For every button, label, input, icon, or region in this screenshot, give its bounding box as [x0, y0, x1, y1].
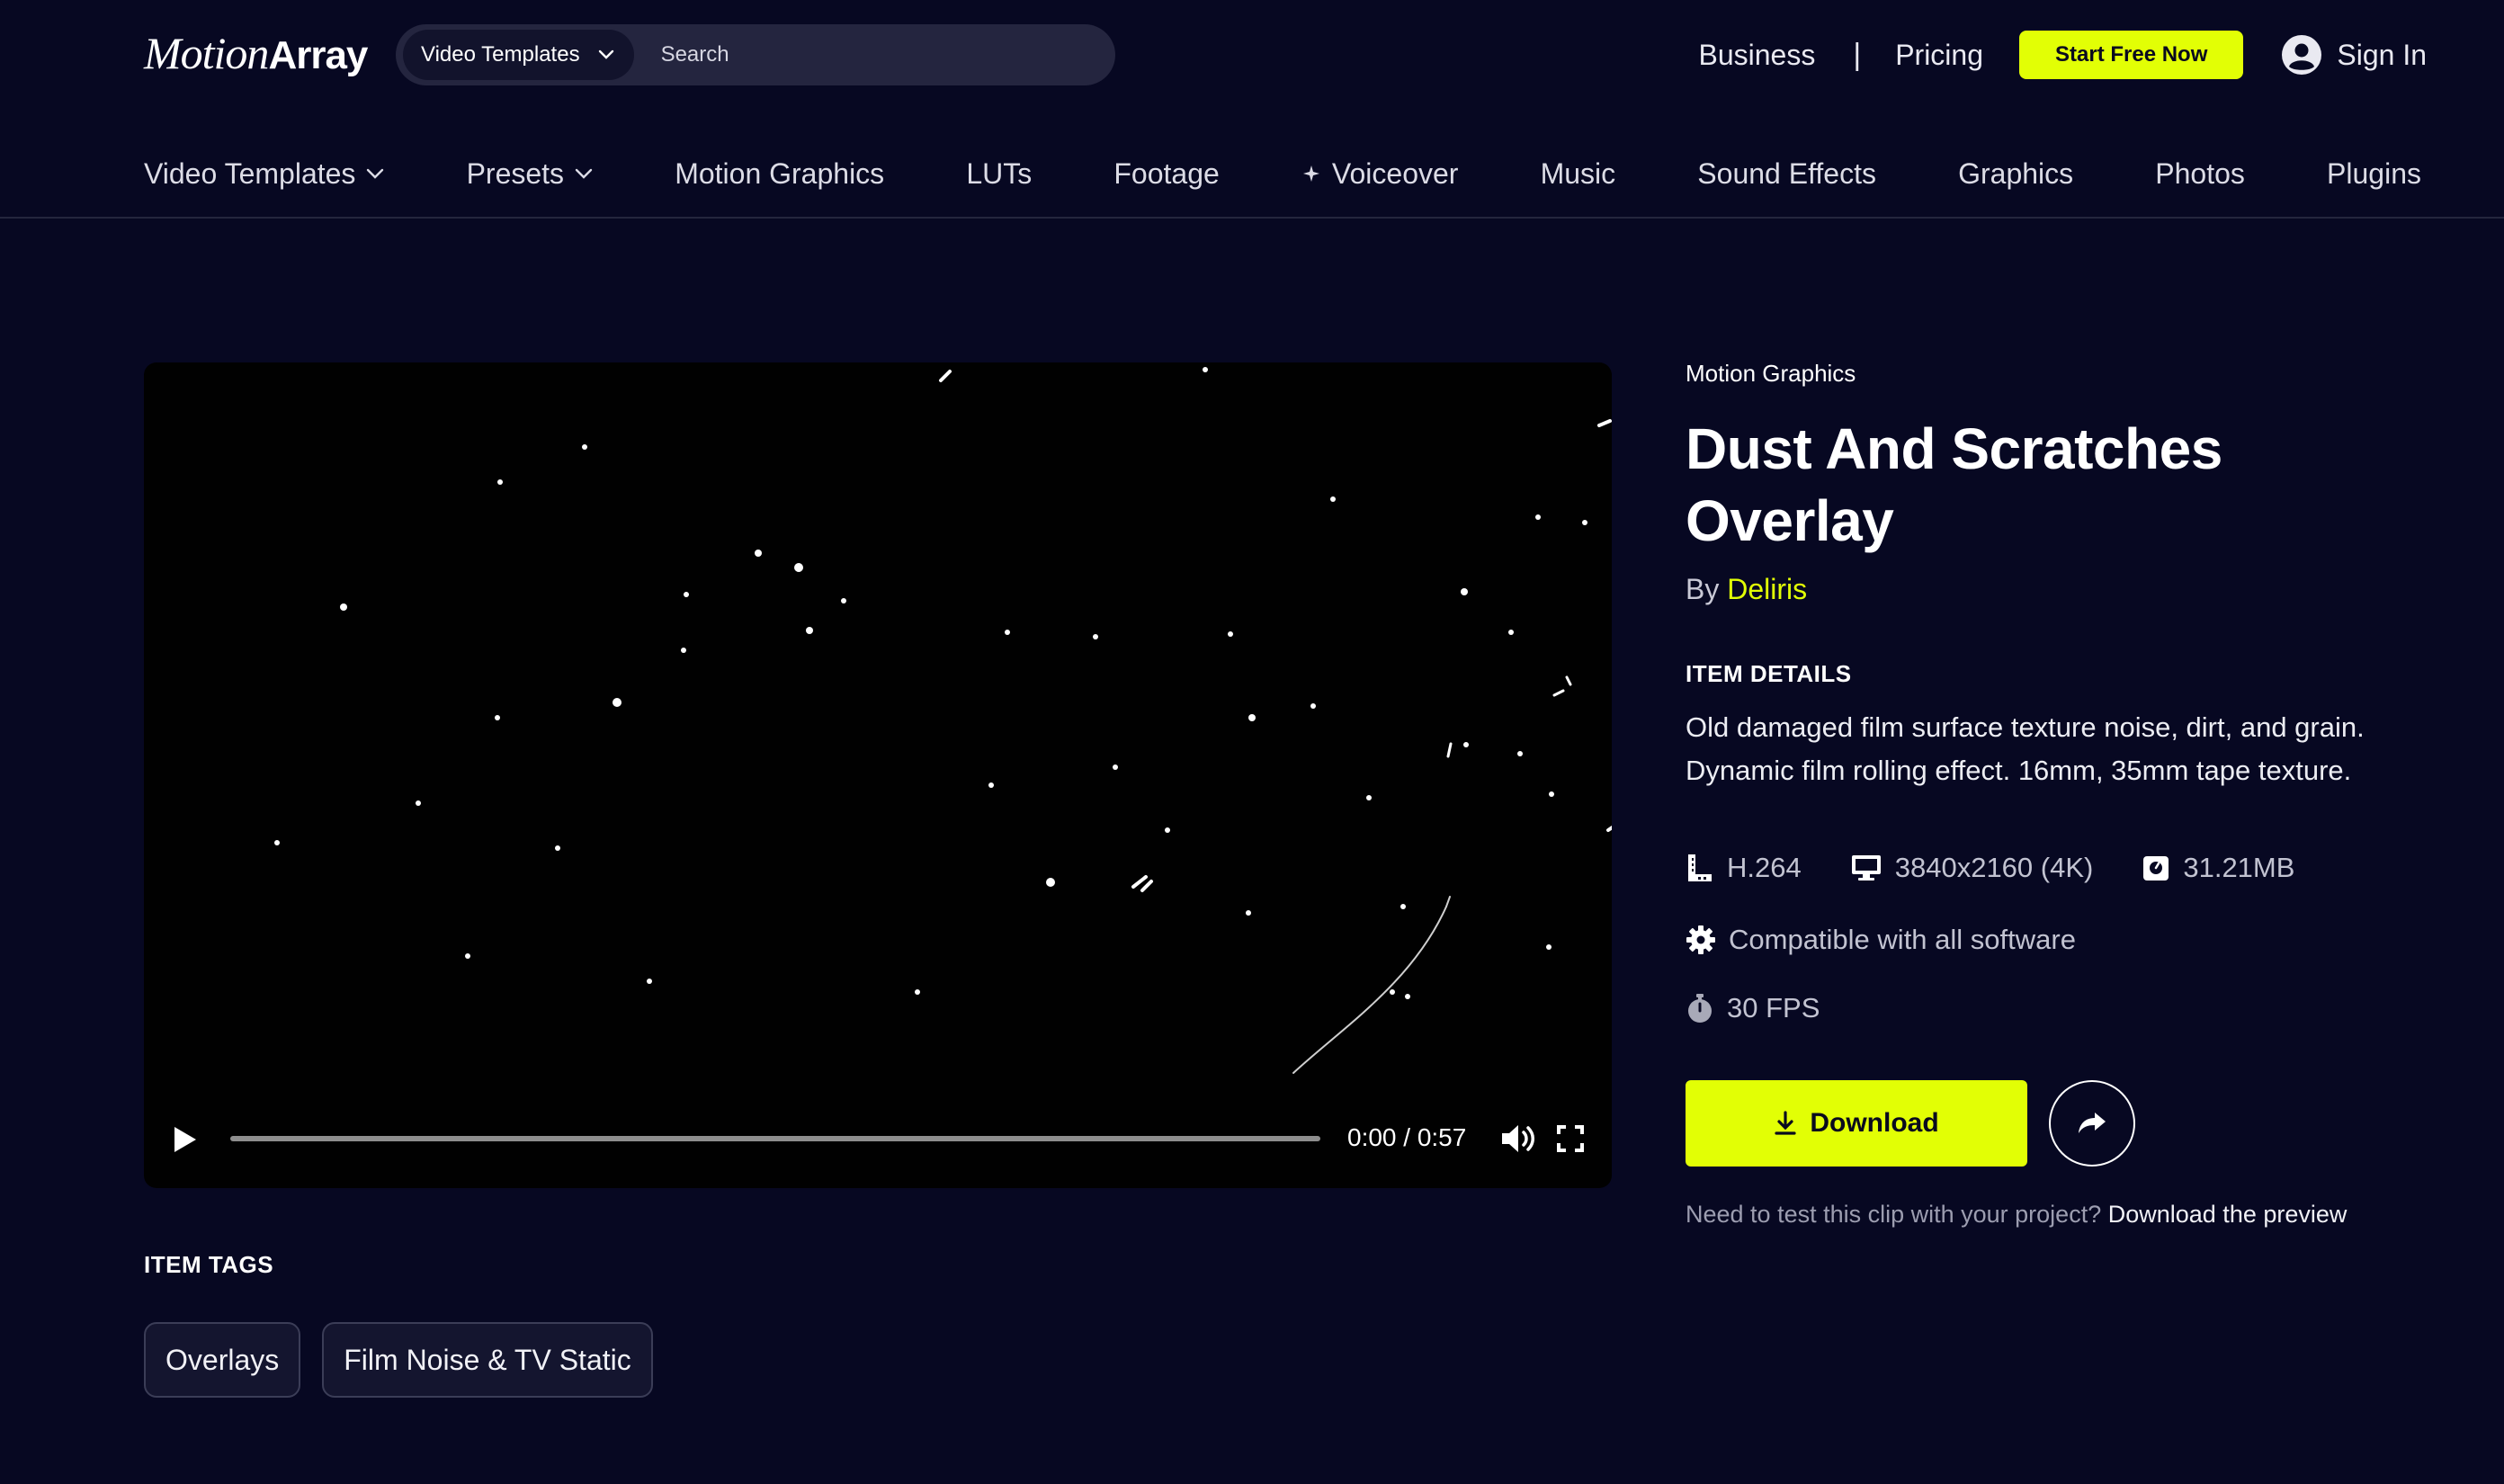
item-details-panel: Motion Graphics Dust And Scratches Overl…: [1686, 360, 2423, 1229]
spec-filesize-value: 31.21MB: [2183, 852, 2294, 884]
nav-item-plugins[interactable]: Plugins: [2327, 157, 2421, 191]
header-actions: Business | Pricing Start Free Now Sign I…: [1699, 29, 2428, 81]
logo[interactable]: MotionArray: [144, 27, 367, 85]
author-link[interactable]: Deliris: [1727, 573, 1807, 605]
nav-label: Video Templates: [144, 157, 355, 191]
nav-label: Graphics: [1958, 157, 2073, 191]
tag-overlays[interactable]: Overlays: [144, 1322, 300, 1398]
fullscreen-icon: [1556, 1124, 1585, 1153]
download-icon: [1774, 1111, 1797, 1136]
spec-filesize: 31.21MB: [2142, 852, 2294, 884]
nav-item-music[interactable]: Music: [1541, 157, 1616, 191]
share-button[interactable]: [2049, 1080, 2135, 1167]
nav-item-presets[interactable]: Presets: [467, 157, 593, 191]
nav-item-photos[interactable]: Photos: [2155, 157, 2245, 191]
spec-fps-value: 30 FPS: [1727, 992, 1820, 1024]
business-link[interactable]: Business: [1699, 39, 1816, 72]
nav-label: Footage: [1113, 157, 1219, 191]
nav-item-footage[interactable]: Footage: [1113, 157, 1219, 191]
top-bar: MotionArray Video Templates Business | P…: [0, 0, 2504, 112]
nav-item-sound-effects[interactable]: Sound Effects: [1697, 157, 1876, 191]
item-description: Old damaged film surface texture noise, …: [1686, 706, 2423, 792]
nav-label: Plugins: [2327, 157, 2421, 191]
stopwatch-icon: [1686, 992, 1714, 1024]
tag-list: Overlays Film Noise & TV Static: [144, 1322, 653, 1398]
chevron-down-icon: [366, 168, 384, 179]
author-prefix: By: [1686, 573, 1727, 605]
download-button[interactable]: Download: [1686, 1080, 2027, 1167]
header-divider: |: [1853, 38, 1861, 73]
item-details-heading: ITEM DETAILS: [1686, 660, 2423, 688]
video-player[interactable]: 0:00 / 0:57: [144, 362, 1612, 1188]
spec-resolution: 3840x2160 (4K): [1850, 852, 2094, 884]
film-codec-icon: [1686, 853, 1714, 883]
spec-row: H.264 3840x2160 (4K) 31.21MB: [1686, 852, 2423, 884]
action-row: Download: [1686, 1080, 2423, 1167]
sparkle-icon: [1301, 164, 1321, 183]
start-free-button[interactable]: Start Free Now: [2019, 31, 2243, 79]
tag-film-noise-tv-static[interactable]: Film Noise & TV Static: [322, 1322, 652, 1398]
category-nav: Video Templates Presets Motion Graphics …: [144, 144, 2421, 203]
download-preview-link[interactable]: Download the preview: [2108, 1201, 2348, 1228]
nav-label: Photos: [2155, 157, 2245, 191]
spec-codec-value: H.264: [1727, 852, 1802, 884]
pricing-link[interactable]: Pricing: [1895, 39, 1983, 72]
item-tags-heading: ITEM TAGS: [144, 1251, 273, 1279]
nav-label: Presets: [467, 157, 564, 191]
spec-compatibility-value: Compatible with all software: [1729, 924, 2076, 956]
nav-item-graphics[interactable]: Graphics: [1958, 157, 2073, 191]
user-circle-icon: [2281, 34, 2322, 76]
play-icon: [171, 1124, 200, 1155]
nav-item-voiceover[interactable]: Voiceover: [1301, 157, 1459, 191]
nav-item-motion-graphics[interactable]: Motion Graphics: [675, 157, 884, 191]
file-size-icon: [2142, 854, 2170, 882]
search-category-label: Video Templates: [421, 42, 580, 67]
spec-fps: 30 FPS: [1686, 992, 2423, 1024]
spec-resolution-value: 3840x2160 (4K): [1895, 852, 2094, 884]
item-author: By Deliris: [1686, 573, 2423, 606]
chevron-down-icon: [598, 49, 614, 60]
nav-label: Sound Effects: [1697, 157, 1876, 191]
item-title: Dust And Scratches Overlay: [1686, 413, 2423, 557]
item-category[interactable]: Motion Graphics: [1686, 360, 2423, 388]
nav-item-luts[interactable]: LUTs: [966, 157, 1032, 191]
time-display: 0:00 / 0:57: [1347, 1123, 1466, 1152]
progress-bar[interactable]: [230, 1136, 1320, 1141]
play-button[interactable]: [171, 1124, 200, 1159]
sign-in-button[interactable]: Sign In: [2281, 34, 2427, 76]
nav-label: Motion Graphics: [675, 157, 884, 191]
fullscreen-button[interactable]: [1556, 1124, 1585, 1158]
sign-in-label: Sign In: [2337, 39, 2427, 72]
volume-button[interactable]: [1500, 1122, 1542, 1159]
logo-text-array: Array: [268, 33, 367, 78]
preview-question: Need to test this clip with your project…: [1686, 1201, 2101, 1228]
player-controls: 0:00 / 0:57: [144, 1082, 1612, 1188]
share-icon: [2077, 1110, 2107, 1137]
chevron-down-icon: [575, 168, 593, 179]
volume-icon: [1500, 1122, 1542, 1155]
nav-label: Voiceover: [1332, 157, 1459, 191]
nav-item-video-templates[interactable]: Video Templates: [144, 157, 384, 191]
gear-icon: [1686, 925, 1716, 955]
nav-label: Music: [1541, 157, 1616, 191]
monitor-icon: [1850, 854, 1882, 882]
download-label: Download: [1810, 1108, 1938, 1139]
search-bar: Video Templates: [396, 24, 1115, 85]
logo-text-motion: Motion: [144, 27, 268, 79]
spec-compatibility: Compatible with all software: [1686, 924, 2423, 956]
spec-codec: H.264: [1686, 852, 1802, 884]
nav-divider: [0, 217, 2504, 219]
preview-note: Need to test this clip with your project…: [1686, 1201, 2423, 1229]
video-frame: [144, 362, 1612, 1188]
nav-label: LUTs: [966, 157, 1032, 191]
search-category-dropdown[interactable]: Video Templates: [403, 30, 634, 80]
search-input[interactable]: [634, 41, 1115, 68]
